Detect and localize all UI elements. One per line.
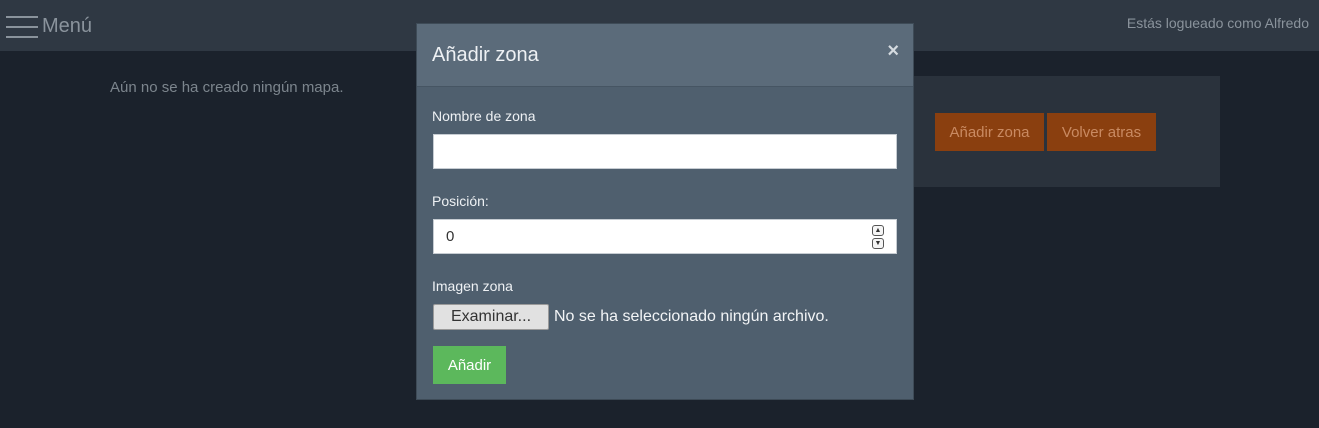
hamburger-icon[interactable] bbox=[6, 13, 38, 39]
menu-toggle[interactable]: Menú bbox=[6, 11, 92, 41]
add-zone-modal: Añadir zona × Nombre de zona Posición: ▲… bbox=[416, 23, 914, 400]
close-icon[interactable]: × bbox=[887, 40, 899, 63]
file-status-text: No se ha seleccionado ningún archivo. bbox=[554, 308, 829, 325]
add-zone-button[interactable]: Añadir zona bbox=[935, 113, 1044, 151]
position-input[interactable] bbox=[433, 219, 897, 254]
menu-label[interactable]: Menú bbox=[42, 15, 92, 38]
zone-image-label: Imagen zona bbox=[432, 278, 513, 294]
browse-file-button[interactable]: Examinar... bbox=[433, 304, 549, 330]
back-button[interactable]: Volver atras bbox=[1047, 113, 1156, 151]
position-stepper[interactable]: ▲ ▼ bbox=[872, 225, 884, 249]
modal-title: Añadir zona bbox=[432, 44, 539, 66]
position-label: Posición: bbox=[432, 193, 489, 209]
login-status: Estás logueado como Alfredo bbox=[1126, 15, 1309, 31]
zone-name-label: Nombre de zona bbox=[432, 108, 536, 124]
action-panel: Añadir zona Volver atras bbox=[912, 76, 1220, 187]
page: Menú Estás logueado como Alfredo Aún no … bbox=[0, 0, 1319, 428]
stepper-up-icon[interactable]: ▲ bbox=[872, 225, 884, 236]
submit-add-button[interactable]: Añadir bbox=[433, 346, 506, 384]
stepper-down-icon[interactable]: ▼ bbox=[872, 238, 884, 249]
empty-maps-message: Aún no se ha creado ningún mapa. bbox=[110, 79, 344, 96]
zone-name-input[interactable] bbox=[433, 134, 897, 169]
modal-header: Añadir zona × bbox=[417, 24, 913, 87]
